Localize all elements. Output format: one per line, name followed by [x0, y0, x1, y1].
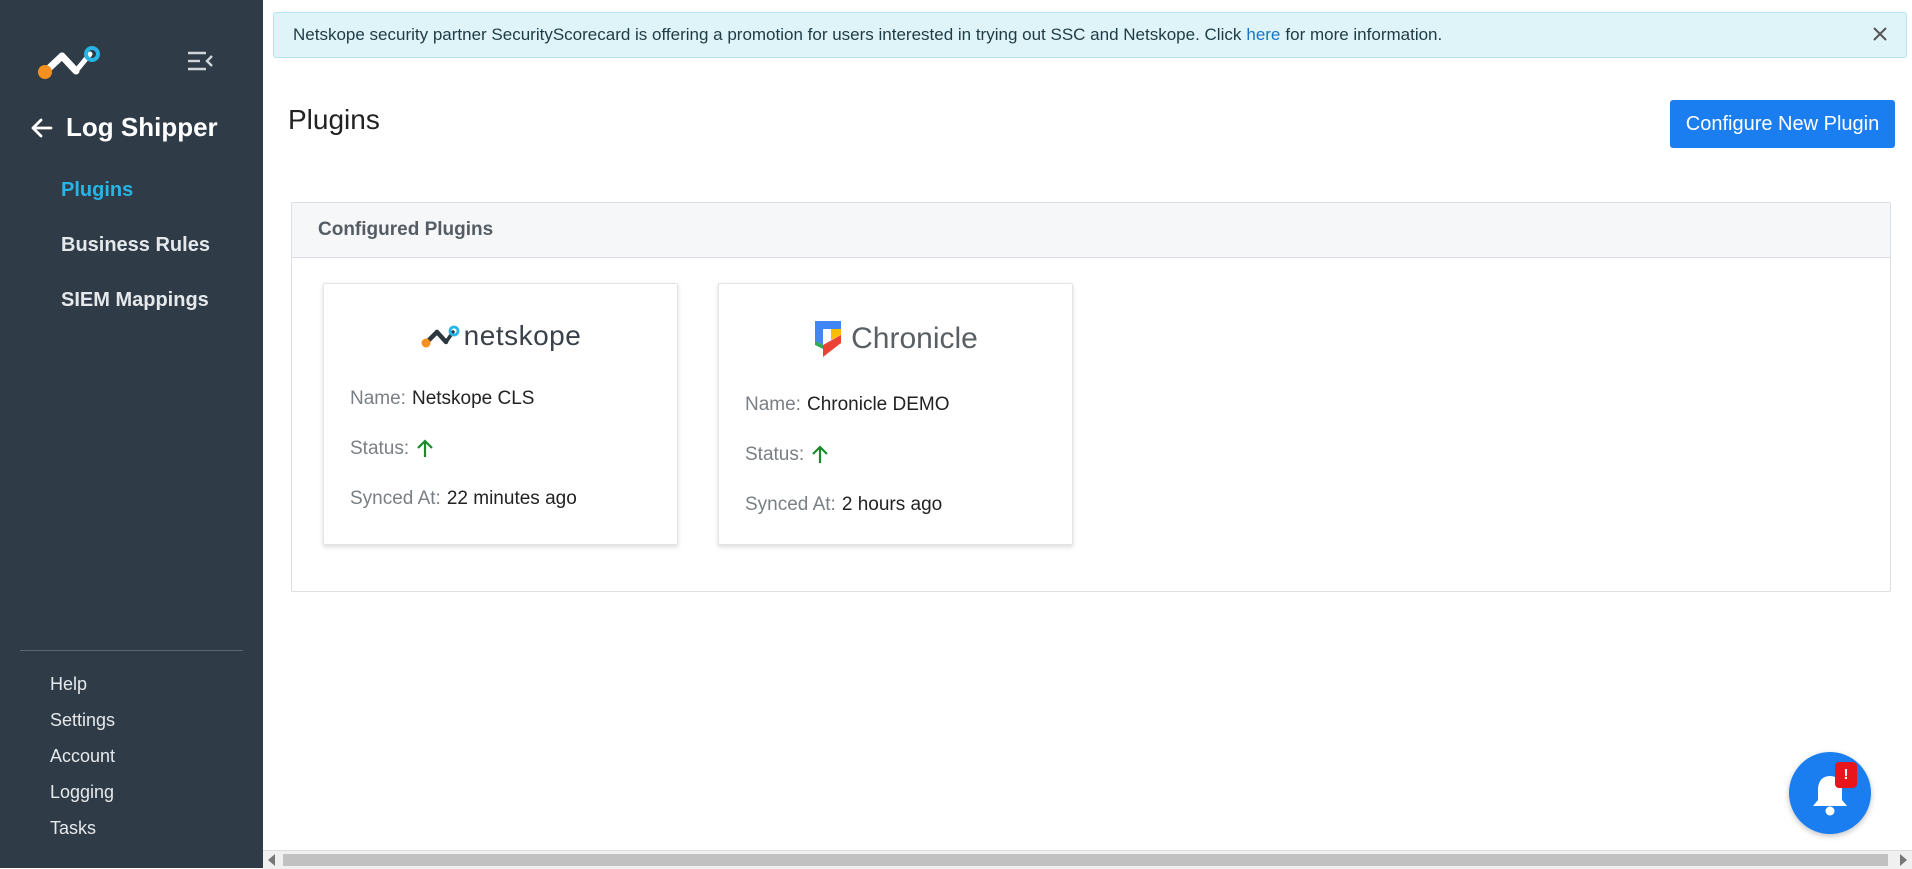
name-label: Name:	[350, 388, 406, 409]
sidebar-divider	[20, 650, 243, 651]
name-label: Name:	[745, 394, 801, 415]
sidebar-item-logging[interactable]: Logging	[50, 780, 115, 816]
synced-value: 22 minutes ago	[446, 488, 577, 509]
sidebar-item-plugins[interactable]: Plugins	[61, 176, 210, 231]
plugin-name: Chronicle DEMO	[806, 394, 950, 415]
scroll-right-icon[interactable]	[1900, 854, 1907, 866]
netskope-logo-icon[interactable]	[36, 44, 102, 80]
notifications-button[interactable]: !	[1789, 752, 1871, 834]
status-label: Status:	[350, 438, 410, 459]
plugin-card-netskope[interactable]: netskope Name: Netskope CLS Status: Sync…	[323, 283, 678, 545]
configured-plugins-panel: Configured Plugins netskope Name: Netsko…	[291, 202, 1891, 592]
synced-label: Synced At:	[350, 488, 441, 509]
arrow-left-icon	[31, 118, 53, 137]
sidebar-item-siem-mappings[interactable]: SIEM Mappings	[61, 286, 210, 341]
plugin-logo: netskope	[324, 318, 677, 354]
plugin-status-row: Status:	[350, 438, 435, 460]
sidebar-item-account[interactable]: Account	[50, 744, 115, 780]
section-title: Log Shipper	[66, 112, 218, 142]
banner-text: Netskope security partner SecurityScorec…	[293, 25, 1242, 44]
plugin-name-row: Name: Netskope CLS	[350, 388, 534, 410]
plugin-name-row: Name: Chronicle DEMO	[745, 394, 950, 416]
banner-text-end: for more information.	[1285, 25, 1443, 44]
plugin-synced-row: Synced At: 22 minutes ago	[350, 488, 577, 510]
plugin-name: Netskope CLS	[411, 388, 535, 409]
scrollbar-thumb[interactable]	[283, 854, 1888, 866]
plugin-logo-text: netskope	[463, 320, 582, 351]
plugin-card-chronicle[interactable]: Chronicle Name: Chronicle DEMO Status: S…	[718, 283, 1073, 545]
close-icon[interactable]	[1870, 24, 1890, 44]
synced-value: 2 hours ago	[841, 494, 943, 515]
plugin-status-row: Status:	[745, 444, 830, 466]
chronicle-logo-icon	[815, 321, 842, 357]
arrow-up-icon	[417, 439, 433, 457]
sidebar: Log Shipper Plugins Business Rules SIEM …	[0, 0, 263, 868]
sidebar-item-settings[interactable]: Settings	[50, 708, 115, 744]
panel-header: Configured Plugins	[292, 203, 1890, 258]
sidebar-item-help[interactable]: Help	[50, 672, 115, 708]
page-title: Plugins	[288, 104, 380, 135]
horizontal-scrollbar[interactable]	[263, 850, 1912, 869]
collapse-menu-icon[interactable]	[186, 50, 214, 72]
synced-label: Synced At:	[745, 494, 836, 515]
back-to-log-shipper[interactable]: Log Shipper	[30, 112, 218, 143]
arrow-up-icon	[812, 445, 828, 463]
plugin-logo-text: Chronicle	[851, 322, 978, 355]
configure-new-plugin-button[interactable]: Configure New Plugin	[1670, 100, 1895, 148]
scroll-left-icon[interactable]	[268, 854, 275, 866]
notification-badge: !	[1835, 762, 1857, 788]
sidebar-nav: Plugins Business Rules SIEM Mappings	[61, 176, 210, 341]
sidebar-item-tasks[interactable]: Tasks	[50, 816, 115, 852]
promo-banner: Netskope security partner SecurityScorec…	[273, 12, 1907, 58]
sidebar-item-business-rules[interactable]: Business Rules	[61, 231, 210, 286]
netskope-logo-icon	[421, 325, 460, 348]
sidebar-bottom-nav: Help Settings Account Logging Tasks	[50, 672, 115, 852]
plugin-logo: Chronicle	[719, 318, 1072, 360]
plugin-synced-row: Synced At: 2 hours ago	[745, 494, 942, 516]
status-label: Status:	[745, 444, 805, 465]
banner-link[interactable]: here	[1246, 25, 1280, 45]
